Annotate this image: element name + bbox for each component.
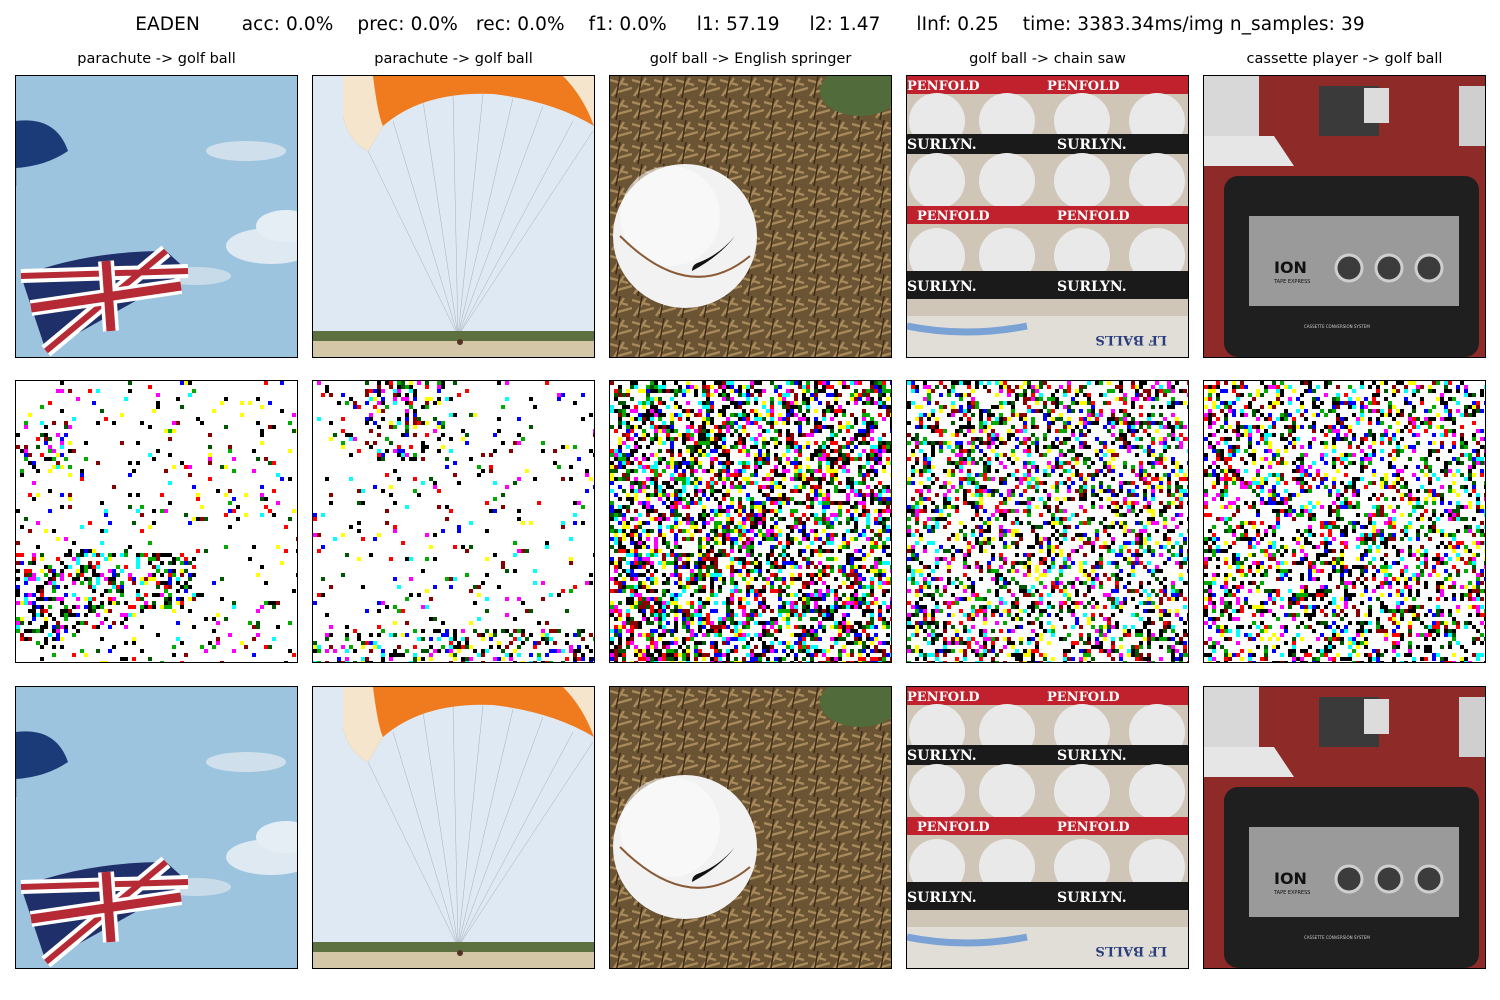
adversarial-picture-3 bbox=[610, 687, 891, 968]
cassette-player-image: ION TAPE EXPRESS CASSETTE CONVERSION SYS… bbox=[1204, 76, 1485, 357]
brand-text: PENFOLD bbox=[907, 79, 980, 94]
box-bottom-text: LF BALLS bbox=[1095, 332, 1167, 347]
adversarial-picture-1 bbox=[16, 687, 297, 968]
sky-flag-image bbox=[16, 76, 297, 357]
original-image-5: ION TAPE EXPRESS CASSETTE CONVERSION SYS… bbox=[1203, 75, 1486, 358]
column-title-5: cassette player -> golf ball bbox=[1246, 51, 1443, 67]
perturbation-image-2 bbox=[312, 380, 595, 663]
perturbation-image-4 bbox=[906, 380, 1189, 663]
svg-text:PENFOLD: PENFOLD bbox=[1057, 209, 1130, 224]
svg-text:SURLYN.: SURLYN. bbox=[1057, 137, 1127, 153]
perturbation-image-3 bbox=[609, 380, 892, 663]
noise-map-4 bbox=[907, 381, 1188, 662]
adversarial-image-2 bbox=[312, 686, 595, 969]
noise-map-5 bbox=[1204, 381, 1485, 662]
figure-title: EADEN acc: 0.0% prec: 0.0% rec: 0.0% f1:… bbox=[135, 14, 1365, 35]
column-title-1: parachute -> golf ball bbox=[77, 51, 236, 67]
golf-ball-box-image: PENFOLD PENFOLD SURLYN. SURLYN. PENFOLD … bbox=[907, 76, 1188, 357]
column-title-2: parachute -> golf ball bbox=[374, 51, 533, 67]
ion-logo: ION bbox=[1274, 869, 1307, 888]
ion-logo: ION bbox=[1274, 258, 1307, 277]
noise-map-1 bbox=[16, 381, 297, 662]
brand-text: PENFOLD bbox=[907, 690, 980, 705]
original-image-3 bbox=[609, 75, 892, 358]
svg-text:SURLYN.: SURLYN. bbox=[1057, 279, 1127, 295]
adversarial-picture-4: PENFOLD PENFOLD SURLYN. SURLYN. PENFOLD … bbox=[907, 687, 1188, 968]
column-title-3: golf ball -> English springer bbox=[649, 51, 852, 67]
adversarial-picture-5: ION TAPE EXPRESS CASSETTE CONVERSION SYS… bbox=[1204, 687, 1485, 968]
adversarial-image-4: PENFOLD PENFOLD SURLYN. SURLYN. PENFOLD … bbox=[906, 686, 1189, 969]
golf-ball-straw-image bbox=[610, 76, 891, 357]
svg-text:CASSETTE CONVERSION SYSTEM: CASSETTE CONVERSION SYSTEM bbox=[1304, 324, 1370, 329]
original-image-1 bbox=[15, 75, 298, 358]
adversarial-image-1 bbox=[15, 686, 298, 969]
box-bottom-text: LF BALLS bbox=[1095, 943, 1167, 958]
original-image-2 bbox=[312, 75, 595, 358]
paraglider-image bbox=[313, 76, 594, 357]
svg-text:SURLYN.: SURLYN. bbox=[907, 137, 977, 153]
adversarial-picture-2 bbox=[313, 687, 594, 968]
svg-text:PENFOLD: PENFOLD bbox=[1047, 79, 1120, 94]
adversarial-image-5: ION TAPE EXPRESS CASSETTE CONVERSION SYS… bbox=[1203, 686, 1486, 969]
perturbation-image-5 bbox=[1203, 380, 1486, 663]
original-image-4: PENFOLD PENFOLD SURLYN. SURLYN. PENFOLD … bbox=[906, 75, 1189, 358]
perturbation-image-1 bbox=[15, 380, 298, 663]
column-title-4: golf ball -> chain saw bbox=[969, 51, 1126, 67]
svg-text:TAPE EXPRESS: TAPE EXPRESS bbox=[1273, 279, 1310, 285]
noise-map-3 bbox=[610, 381, 891, 662]
adversarial-image-3 bbox=[609, 686, 892, 969]
svg-text:SURLYN.: SURLYN. bbox=[907, 279, 977, 295]
noise-map-2 bbox=[313, 381, 594, 662]
svg-text:PENFOLD: PENFOLD bbox=[917, 209, 990, 224]
